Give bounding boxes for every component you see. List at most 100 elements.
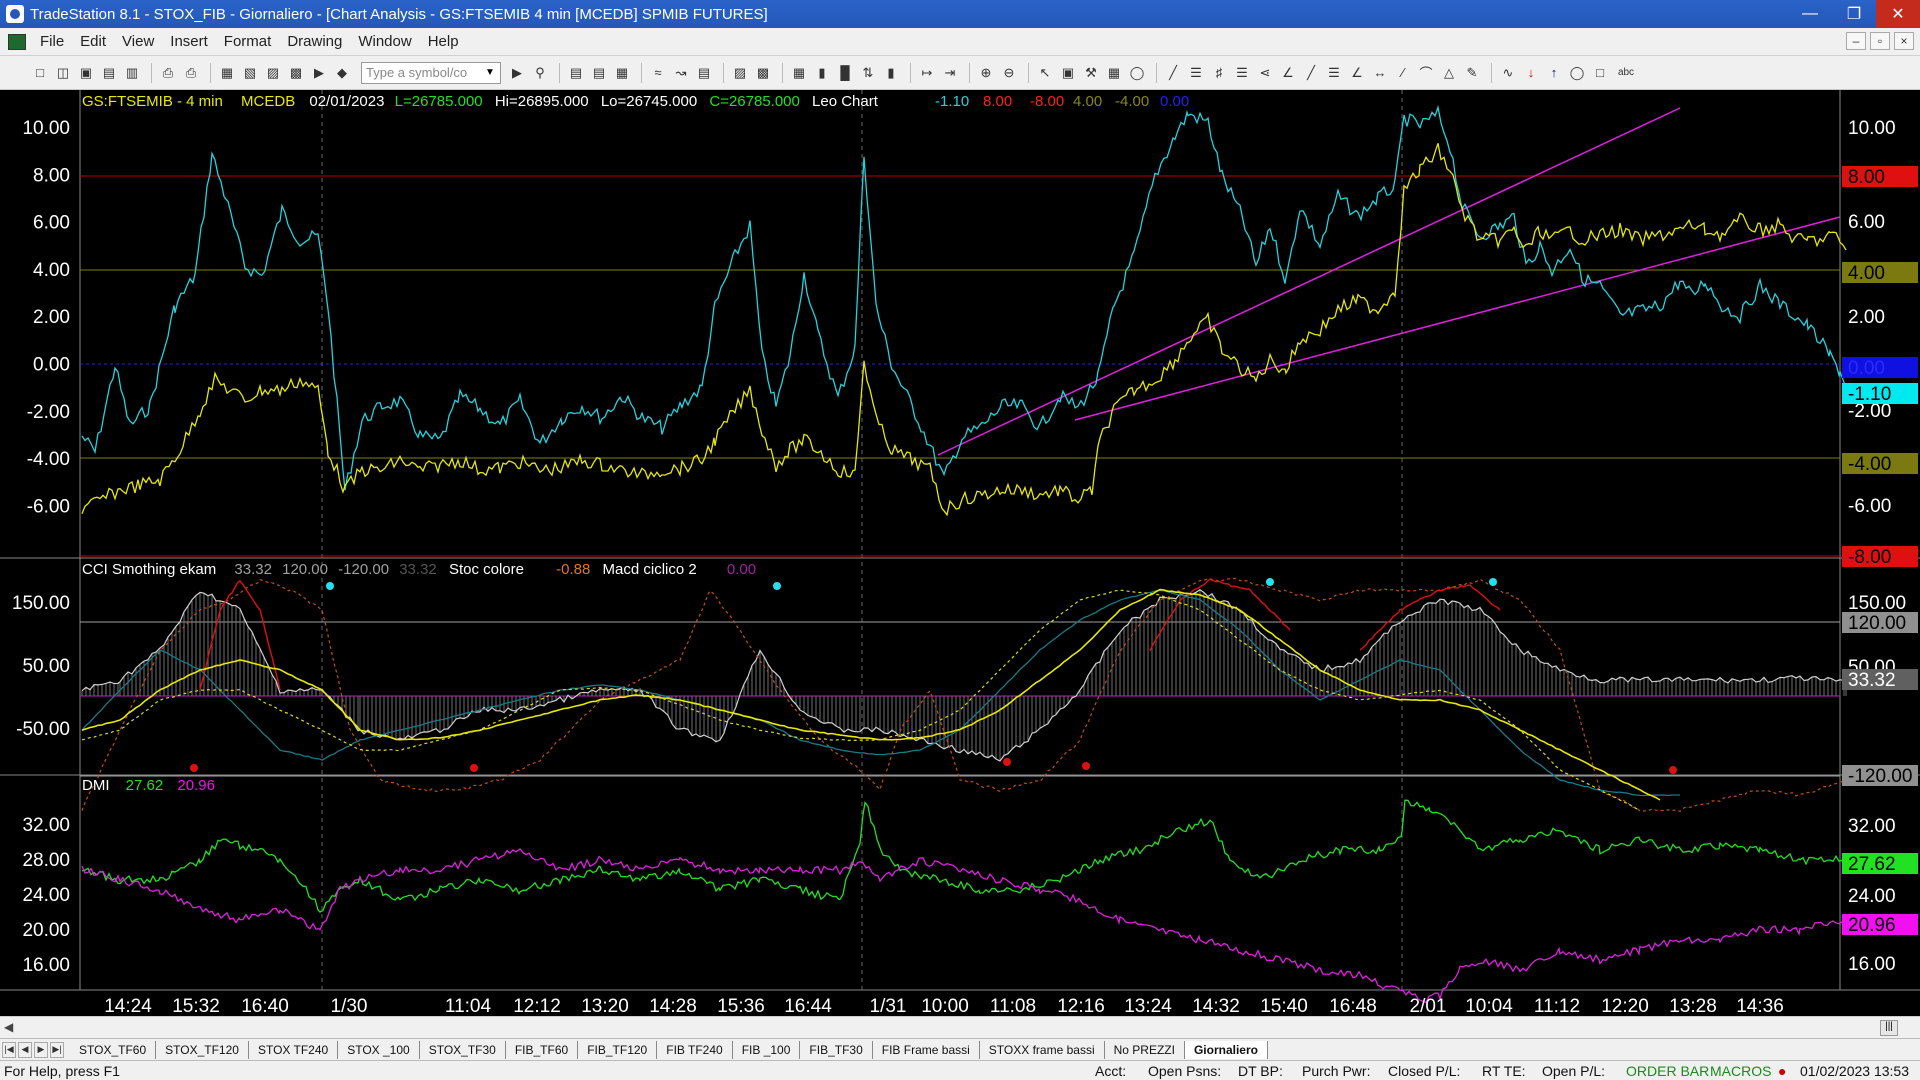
order-bar-button[interactable]: ORDER BAR	[1626, 1063, 1709, 1079]
scroll-thumb[interactable]: |||	[1880, 1020, 1898, 1036]
format-symbol-icon[interactable]: ▩	[753, 63, 773, 83]
workspace-tab[interactable]: No PREZZI	[1105, 1040, 1185, 1059]
hammer-icon[interactable]: ⚒	[1081, 63, 1101, 83]
tab-next-icon[interactable]: ▶	[34, 1041, 48, 1058]
workspace-tab[interactable]: STOX TF240	[249, 1040, 339, 1059]
folder-icon[interactable]: ▥	[122, 63, 142, 83]
horizontal-arrow-icon[interactable]: ↔	[1370, 63, 1390, 83]
angle-icon[interactable]: ∠	[1347, 63, 1367, 83]
up-arrow-icon[interactable]: ↑	[1544, 63, 1564, 83]
table-icon[interactable]: ▦	[612, 63, 632, 83]
data-window-icon[interactable]: ▤	[566, 63, 586, 83]
insert-analysis-icon[interactable]: ≈	[648, 63, 668, 83]
alert-icon[interactable]: ◯	[1127, 63, 1147, 83]
pointer-icon[interactable]: ↖	[1035, 63, 1055, 83]
ellipse-icon[interactable]: ◯	[1567, 63, 1587, 83]
mdi-close-button[interactable]: ×	[1894, 32, 1914, 50]
menu-drawing[interactable]: Drawing	[279, 33, 350, 50]
axis-tick-label: 8.00	[33, 165, 70, 186]
workspace-tab[interactable]: FIB_TF120	[578, 1040, 658, 1059]
mdi-minimize-button[interactable]: –	[1846, 32, 1866, 50]
drag-zoom-icon[interactable]: ▣	[1058, 63, 1078, 83]
bar-chart-icon[interactable]: ▦	[789, 63, 809, 83]
workspace-tab[interactable]: FIB _100	[733, 1040, 801, 1059]
workspace-icon[interactable]: ▤	[99, 63, 119, 83]
workspace-tab[interactable]: Giornaliero	[1184, 1040, 1268, 1059]
chart-canvas[interactable]: 10.00 8.00 6.00 4.00 2.00 0.00 -2.00 -4.00 -6.00…	[0, 90, 1920, 1024]
print-preview-icon[interactable]: ⎙	[181, 63, 201, 83]
parallel-lines-icon[interactable]: ∕	[1393, 63, 1413, 83]
macros-button[interactable]: MACROS	[1710, 1063, 1771, 1079]
menu-view[interactable]: View	[114, 33, 162, 50]
chart-window-tool-icon[interactable]: ▦	[217, 63, 237, 83]
workspace-tab[interactable]: STOX_TF30	[420, 1040, 506, 1059]
insert-strategy-icon[interactable]: ▤	[694, 63, 714, 83]
hot-list-icon[interactable]: ▩	[286, 63, 306, 83]
print-icon[interactable]: ⎙	[158, 63, 178, 83]
symbol-lookup-icon[interactable]: ⚲	[530, 63, 550, 83]
maximize-button[interactable]: ❐	[1832, 0, 1876, 28]
freehand-icon[interactable]: ∿	[1498, 63, 1518, 83]
workspace-tab[interactable]: STOXX frame bassi	[980, 1040, 1105, 1059]
horizontal-lines-icon[interactable]: ☰	[1186, 63, 1206, 83]
volume-icon[interactable]: ▮	[881, 63, 901, 83]
format-window-icon[interactable]: ▨	[730, 63, 750, 83]
arc-icon[interactable]: ⌒	[1416, 63, 1436, 83]
workspace-tab[interactable]: FIB Frame bassi	[873, 1040, 980, 1059]
status-line-icon[interactable]: ▤	[589, 63, 609, 83]
rectangle-icon[interactable]: □	[1590, 63, 1610, 83]
workspace-tab[interactable]: FIB_TF30	[800, 1040, 873, 1059]
symbol-input[interactable]: Type a symbol/co ▼	[361, 61, 501, 84]
point-figure-icon[interactable]: ⇅	[858, 63, 878, 83]
workspace-tab[interactable]: FIB TF240	[657, 1040, 733, 1059]
order-icon[interactable]: ▦	[1104, 63, 1124, 83]
go-arrow-icon[interactable]: ▶	[507, 63, 527, 83]
matrix-icon[interactable]: ▨	[263, 63, 283, 83]
scanner-icon[interactable]: ▶	[309, 63, 329, 83]
menu-help[interactable]: Help	[420, 33, 467, 50]
menu-edit[interactable]: Edit	[72, 33, 114, 50]
tab-first-icon[interactable]: |◀	[2, 1041, 16, 1058]
scroll-right-icon[interactable]: ↦	[917, 63, 937, 83]
close-button[interactable]: ✕	[1876, 0, 1920, 28]
speed-lines-icon[interactable]: ☰	[1324, 63, 1344, 83]
candlestick-icon[interactable]: ▮	[812, 63, 832, 83]
triangle-icon[interactable]: △	[1439, 63, 1459, 83]
chart-horizontal-scrollbar[interactable]: ◀ |||	[0, 1016, 1920, 1038]
chart-analysis-window[interactable]: 10.00 8.00 6.00 4.00 2.00 0.00 -2.00 -4.00 -6.00…	[0, 90, 1920, 1024]
zoom-out-icon[interactable]: ⊖	[999, 63, 1019, 83]
fibonacci-icon[interactable]: ☰	[1232, 63, 1252, 83]
scroll-left-icon[interactable]: ◀	[4, 1020, 13, 1034]
symbol-dropdown-arrow-icon[interactable]: ▼	[482, 65, 498, 81]
trendline-icon[interactable]: ╱	[1163, 63, 1183, 83]
insert-indicator-icon[interactable]: ↝	[671, 63, 691, 83]
mdi-restore-button[interactable]: ▫	[1870, 32, 1890, 50]
zoom-in-icon[interactable]: ⊕	[976, 63, 996, 83]
tab-prev-icon[interactable]: ◀	[18, 1041, 32, 1058]
radarscreen-icon[interactable]: ▧	[240, 63, 260, 83]
workspace-tab[interactable]: FIB_TF60	[506, 1040, 579, 1059]
workspace-tab[interactable]: STOX _100	[338, 1040, 420, 1059]
line-chart-icon[interactable]: █	[835, 63, 855, 83]
new-icon[interactable]: □	[30, 63, 50, 83]
menu-file[interactable]: File	[32, 33, 72, 50]
menu-window[interactable]: Window	[350, 33, 419, 50]
chart-window-icon[interactable]	[8, 33, 26, 50]
pencil-icon[interactable]: ✎	[1462, 63, 1482, 83]
save-icon[interactable]: ▣	[76, 63, 96, 83]
workspace-tab[interactable]: STOX_TF60	[70, 1040, 157, 1059]
text-icon[interactable]: abc	[1613, 63, 1639, 83]
space-right-icon[interactable]: ⇥	[940, 63, 960, 83]
workspace-tab[interactable]: STOX_TF120	[156, 1040, 249, 1059]
tab-last-icon[interactable]: ▶|	[50, 1041, 64, 1058]
menu-insert[interactable]: Insert	[162, 33, 216, 50]
easylanguage-icon[interactable]: ◆	[332, 63, 352, 83]
menu-format[interactable]: Format	[216, 33, 280, 50]
gann-fan-icon[interactable]: ∠	[1278, 63, 1298, 83]
open-icon[interactable]: ◫	[53, 63, 73, 83]
down-arrow-icon[interactable]: ↓	[1521, 63, 1541, 83]
andrews-pitchfork-icon[interactable]: ⋖	[1255, 63, 1275, 83]
minimize-button[interactable]: —	[1788, 0, 1832, 28]
regression-channel-icon[interactable]: ╱	[1301, 63, 1321, 83]
vertical-lines-icon[interactable]: ♯	[1209, 63, 1229, 83]
